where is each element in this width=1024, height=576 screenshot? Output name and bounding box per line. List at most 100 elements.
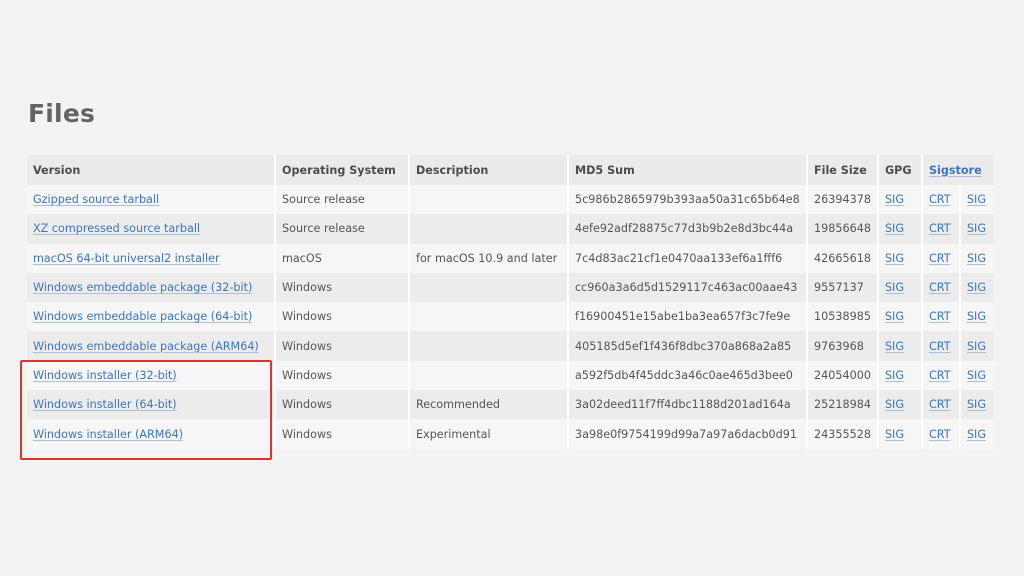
file-size-cell: 26394378: [806, 185, 878, 215]
gpg-sig-cell: SIG: [876, 214, 922, 244]
sigstore-crt-cell: CRT: [920, 185, 960, 215]
version-link[interactable]: Windows embeddable package (32-bit): [33, 281, 252, 294]
sigstore-crt-link[interactable]: CRT: [929, 193, 951, 206]
file-size-cell: 42665618: [806, 243, 878, 273]
version-cell: Windows installer (64-bit): [27, 390, 275, 420]
sigstore-sig-cell: SIG: [958, 390, 994, 420]
md5-cell: 3a98e0f9754199d99a7a97a6dacb0d91: [567, 419, 807, 449]
os-cell: Windows: [274, 360, 409, 391]
version-cell: Windows embeddable package (64-bit): [27, 302, 275, 332]
description-cell: [408, 185, 568, 215]
sigstore-crt-cell: CRT: [920, 243, 960, 273]
files-table-body: Gzipped source tarball Source release 5c98…: [27, 185, 994, 449]
sigstore-link[interactable]: Sigstore: [929, 164, 982, 177]
sigstore-crt-link[interactable]: CRT: [929, 222, 951, 235]
sigstore-crt-cell: CRT: [920, 331, 960, 361]
sigstore-crt-link[interactable]: CRT: [929, 398, 951, 411]
table-row: Windows installer (32-bit) Windows a592f5d…: [27, 360, 994, 391]
sigstore-crt-link[interactable]: CRT: [929, 310, 951, 323]
table-header-row: Version Operating System Description MD5…: [27, 155, 994, 185]
sigstore-sig-link[interactable]: SIG: [967, 340, 986, 353]
gpg-sig-link[interactable]: SIG: [885, 310, 904, 323]
header-version: Version: [27, 155, 275, 185]
header-sigstore: Sigstore: [920, 155, 994, 185]
md5-cell: 5c986b2865979b393aa50a31c65b64e8: [567, 185, 807, 215]
description-cell: [408, 360, 568, 391]
sigstore-sig-link[interactable]: SIG: [967, 398, 986, 411]
gpg-sig-cell: SIG: [876, 272, 922, 303]
sigstore-sig-cell: SIG: [958, 243, 994, 273]
gpg-sig-cell: SIG: [876, 419, 922, 449]
sigstore-crt-link[interactable]: CRT: [929, 428, 951, 441]
version-link[interactable]: Gzipped source tarball: [33, 193, 159, 206]
gpg-sig-link[interactable]: SIG: [885, 281, 904, 294]
sigstore-crt-link[interactable]: CRT: [929, 369, 951, 382]
version-link[interactable]: Windows embeddable package (ARM64): [33, 340, 259, 353]
description-cell: for macOS 10.9 and later: [408, 243, 568, 273]
sigstore-sig-link[interactable]: SIG: [967, 369, 986, 382]
md5-cell: 3a02deed11f7ff4dbc1188d201ad164a: [567, 390, 807, 420]
sigstore-crt-link[interactable]: CRT: [929, 252, 951, 265]
gpg-sig-cell: SIG: [876, 185, 922, 215]
file-size-cell: 24054000: [806, 360, 878, 391]
version-link[interactable]: Windows embeddable package (64-bit): [33, 310, 252, 323]
sigstore-crt-link[interactable]: CRT: [929, 340, 951, 353]
sigstore-sig-cell: SIG: [958, 272, 994, 303]
header-description: Description: [408, 155, 568, 185]
table-row: Windows embeddable package (32-bit) Windo…: [27, 272, 994, 303]
md5-cell: a592f5db4f45ddc3a46c0ae465d3bee0: [567, 360, 807, 391]
os-cell: Windows: [274, 272, 409, 303]
sigstore-sig-cell: SIG: [958, 360, 994, 391]
file-size-cell: 24355528: [806, 419, 878, 449]
version-link[interactable]: Windows installer (ARM64): [33, 428, 183, 441]
sigstore-sig-link[interactable]: SIG: [967, 252, 986, 265]
gpg-sig-link[interactable]: SIG: [885, 252, 904, 265]
gpg-sig-cell: SIG: [876, 331, 922, 361]
table-row: Gzipped source tarball Source release 5c98…: [27, 185, 994, 215]
file-size-cell: 19856648: [806, 214, 878, 244]
sigstore-sig-cell: SIG: [958, 185, 994, 215]
gpg-sig-link[interactable]: SIG: [885, 340, 904, 353]
md5-cell: 405185d5ef1f436f8dbc370a868a2a85: [567, 331, 807, 361]
version-cell: Gzipped source tarball: [27, 185, 275, 215]
os-cell: Windows: [274, 419, 409, 449]
sigstore-crt-cell: CRT: [920, 272, 960, 303]
description-cell: Experimental: [408, 419, 568, 449]
version-link[interactable]: XZ compressed source tarball: [33, 222, 200, 235]
version-link[interactable]: Windows installer (64-bit): [33, 398, 177, 411]
sigstore-sig-link[interactable]: SIG: [967, 310, 986, 323]
sigstore-sig-cell: SIG: [958, 302, 994, 332]
sigstore-sig-link[interactable]: SIG: [967, 222, 986, 235]
sigstore-crt-cell: CRT: [920, 360, 960, 391]
gpg-sig-cell: SIG: [876, 302, 922, 332]
os-cell: Windows: [274, 302, 409, 332]
os-cell: Source release: [274, 185, 409, 215]
md5-cell: 7c4d83ac21cf1e0470aa133ef6a1fff6: [567, 243, 807, 273]
file-size-cell: 25218984: [806, 390, 878, 420]
description-cell: [408, 272, 568, 303]
gpg-sig-link[interactable]: SIG: [885, 428, 904, 441]
table-row: XZ compressed source tarball Source relea…: [27, 214, 994, 244]
os-cell: Source release: [274, 214, 409, 244]
gpg-sig-link[interactable]: SIG: [885, 398, 904, 411]
version-cell: XZ compressed source tarball: [27, 214, 275, 244]
sigstore-crt-cell: CRT: [920, 419, 960, 449]
gpg-sig-link[interactable]: SIG: [885, 369, 904, 382]
file-size-cell: 9557137: [806, 272, 878, 303]
sigstore-sig-link[interactable]: SIG: [967, 428, 986, 441]
sigstore-sig-link[interactable]: SIG: [967, 193, 986, 206]
version-cell: Windows embeddable package (ARM64): [27, 331, 275, 361]
os-cell: macOS: [274, 243, 409, 273]
description-cell: [408, 214, 568, 244]
gpg-sig-link[interactable]: SIG: [885, 222, 904, 235]
gpg-sig-cell: SIG: [876, 243, 922, 273]
version-cell: Windows installer (32-bit): [27, 360, 275, 391]
gpg-sig-link[interactable]: SIG: [885, 193, 904, 206]
version-link[interactable]: Windows installer (32-bit): [33, 369, 177, 382]
table-row: Windows installer (ARM64) Windows Experime…: [27, 419, 994, 449]
page-title: Files: [28, 99, 96, 128]
version-link[interactable]: macOS 64-bit universal2 installer: [33, 252, 220, 265]
sigstore-sig-link[interactable]: SIG: [967, 281, 986, 294]
description-cell: [408, 331, 568, 361]
sigstore-crt-link[interactable]: CRT: [929, 281, 951, 294]
